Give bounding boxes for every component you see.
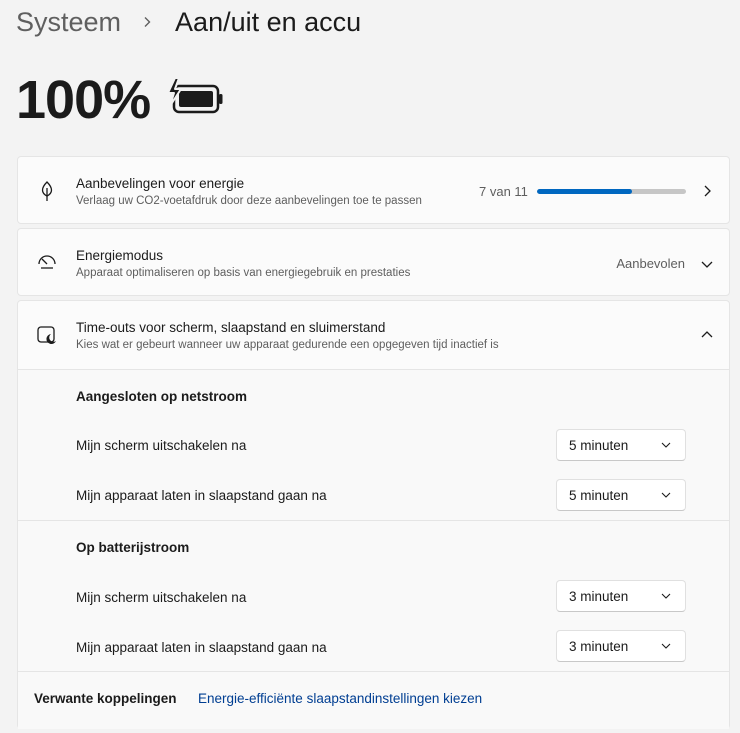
recommendations-card[interactable]: Aanbevelingen voor energie Verlaag uw CO… xyxy=(17,156,730,224)
chevron-down-icon xyxy=(661,492,671,498)
plugged-in-section: Aangesloten op netstroom Mijn scherm uit… xyxy=(18,370,729,520)
timeouts-title: Time-outs voor scherm, slaapstand en slu… xyxy=(76,320,386,335)
chevron-down-icon xyxy=(661,643,671,649)
screen-sleep-icon xyxy=(37,326,56,344)
power-mode-dropdown[interactable]: Aanbevolen xyxy=(616,256,685,271)
battery-section: Op batterijstroom Mijn scherm uitschakel… xyxy=(18,521,729,671)
battery-percentage: 100% xyxy=(16,70,151,130)
battery-sleep-dropdown[interactable]: 3 minuten xyxy=(556,630,686,662)
sleep-settings-link[interactable]: Energie-efficiënte slaapstandinstellinge… xyxy=(198,691,482,706)
recommendations-progress-bar xyxy=(537,189,686,194)
battery-charging-icon xyxy=(167,78,223,114)
timeouts-subtitle: Kies wat er gebeurt wanneer uw apparaat … xyxy=(76,339,499,351)
chevron-down-icon xyxy=(701,261,713,268)
recommendations-subtitle: Verlaag uw CO2-voetafdruk door deze aanb… xyxy=(76,195,422,207)
recommendations-progress-label: 7 van 11 xyxy=(479,184,528,199)
speedometer-icon xyxy=(38,255,56,269)
battery-screen-value: 3 minuten xyxy=(569,588,629,604)
timeouts-header[interactable]: Time-outs voor scherm, slaapstand en slu… xyxy=(18,301,729,370)
timeouts-card: Time-outs voor scherm, slaapstand en slu… xyxy=(17,300,730,729)
chevron-right-icon xyxy=(704,185,711,197)
plugged-screen-label: Mijn scherm uitschakelen na xyxy=(76,438,247,453)
breadcrumb-parent[interactable]: Systeem xyxy=(16,7,121,38)
plugged-sleep-value: 5 minuten xyxy=(569,487,629,503)
leaf-icon xyxy=(41,181,53,201)
related-links: Verwante koppelingen Energie-efficiënte … xyxy=(18,671,729,729)
plugged-sleep-label: Mijn apparaat laten in slaapstand gaan n… xyxy=(76,488,327,503)
plugged-in-heading: Aangesloten op netstroom xyxy=(76,389,248,404)
plugged-screen-value: 5 minuten xyxy=(569,437,629,453)
breadcrumb: Systeem Aan/uit en accu xyxy=(16,4,361,40)
battery-sleep-value: 3 minuten xyxy=(569,638,629,654)
chevron-down-icon xyxy=(661,442,671,448)
chevron-right-icon xyxy=(144,17,151,27)
recommendations-title: Aanbevelingen voor energie xyxy=(76,176,245,191)
recommendations-progress-fill xyxy=(537,189,632,194)
power-mode-card[interactable]: Energiemodus Apparaat optimaliseren op b… xyxy=(17,228,730,296)
battery-screen-dropdown[interactable]: 3 minuten xyxy=(556,580,686,612)
power-mode-title: Energiemodus xyxy=(76,248,164,263)
chevron-up-icon xyxy=(701,331,713,338)
battery-sleep-label: Mijn apparaat laten in slaapstand gaan n… xyxy=(76,640,327,655)
chevron-down-icon xyxy=(661,593,671,599)
battery-heading: Op batterijstroom xyxy=(76,540,190,555)
related-links-label: Verwante koppelingen xyxy=(34,691,177,706)
battery-screen-label: Mijn scherm uitschakelen na xyxy=(76,590,247,605)
plugged-screen-dropdown[interactable]: 5 minuten xyxy=(556,429,686,461)
page-title: Aan/uit en accu xyxy=(175,6,362,37)
plugged-sleep-dropdown[interactable]: 5 minuten xyxy=(556,479,686,511)
power-mode-subtitle: Apparaat optimaliseren op basis van ener… xyxy=(76,267,411,279)
